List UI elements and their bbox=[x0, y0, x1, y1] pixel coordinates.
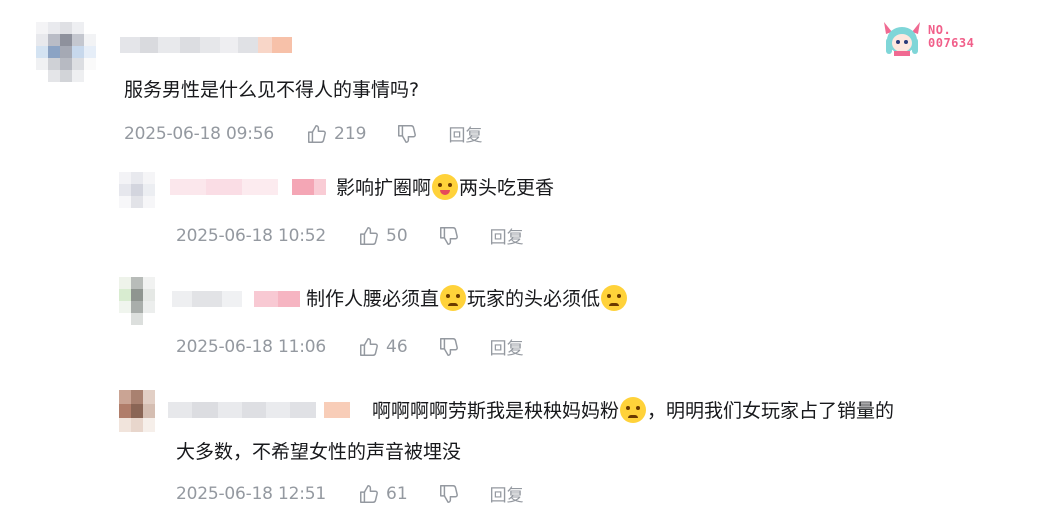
reply-meta: 2025-06-18 12:51 61 回复 bbox=[176, 481, 524, 507]
username[interactable] bbox=[172, 291, 300, 307]
comment-meta: 2025-06-18 09:56 219 回复 bbox=[124, 121, 482, 147]
username[interactable] bbox=[168, 402, 350, 418]
username[interactable] bbox=[120, 37, 292, 53]
emoji-icon bbox=[601, 285, 628, 311]
reply-text: 啊啊啊啊劳斯我是秧秧妈妈粉 ，明明我们女玩家占了销量的 bbox=[372, 396, 894, 426]
like-count: 61 bbox=[386, 483, 408, 504]
thumbs-up-icon bbox=[360, 226, 378, 245]
reply-meta: 2025-06-18 10:52 50 回复 bbox=[176, 223, 524, 249]
avatar[interactable] bbox=[36, 22, 96, 82]
reply-meta: 2025-06-18 11:06 46 回复 bbox=[176, 334, 524, 360]
avatar[interactable] bbox=[119, 172, 155, 208]
comment-time: 2025-06-18 10:52 bbox=[176, 225, 326, 246]
reply-button[interactable]: 回复 bbox=[490, 481, 524, 506]
reply-text-part: 啊啊啊啊劳斯我是秧秧妈妈粉 bbox=[372, 400, 620, 422]
dislike-button[interactable] bbox=[438, 225, 460, 247]
reply-button[interactable]: 回复 bbox=[448, 121, 482, 146]
reply-text: 影响扩圈啊 两头吃更香 bbox=[336, 173, 554, 203]
user-number-badge: NO. 007634 bbox=[880, 18, 974, 56]
like-button[interactable]: 61 bbox=[358, 483, 408, 505]
like-button[interactable]: 46 bbox=[358, 336, 408, 358]
thumbs-up-icon bbox=[360, 484, 378, 503]
like-button[interactable]: 219 bbox=[306, 123, 366, 145]
reply-text-part: ，明明我们女玩家占了销量的 bbox=[647, 400, 895, 422]
avatar[interactable] bbox=[119, 277, 155, 325]
reply-text-part: 影响扩圈啊 bbox=[336, 177, 432, 199]
thumbs-down-icon bbox=[398, 124, 417, 143]
emoji-icon bbox=[432, 174, 459, 200]
comment-time: 2025-06-18 12:51 bbox=[176, 483, 326, 504]
thumbs-down-icon bbox=[439, 337, 458, 356]
reply-button[interactable]: 回复 bbox=[490, 334, 524, 359]
reply-button[interactable]: 回复 bbox=[490, 223, 524, 248]
reply-text-part: 制作人腰必须直 bbox=[306, 288, 440, 310]
dislike-button[interactable] bbox=[438, 336, 460, 358]
avatar[interactable] bbox=[119, 390, 155, 432]
dislike-button[interactable] bbox=[438, 483, 460, 505]
reply-text-part: 玩家的头必须低 bbox=[467, 288, 601, 310]
thumbs-down-icon bbox=[439, 226, 458, 245]
like-count: 46 bbox=[386, 336, 408, 357]
username[interactable] bbox=[170, 179, 326, 195]
thumbs-down-icon bbox=[439, 484, 458, 503]
thumbs-up-icon bbox=[360, 337, 378, 356]
like-button[interactable]: 50 bbox=[358, 225, 408, 247]
badge-number: 007634 bbox=[928, 36, 975, 50]
emoji-icon bbox=[440, 285, 467, 311]
comment-time: 2025-06-18 09:56 bbox=[124, 123, 274, 144]
dislike-button[interactable] bbox=[396, 123, 418, 145]
reply-text: 制作人腰必须直 玩家的头必须低 bbox=[306, 284, 628, 314]
comment-text: 服务男性是什么见不得人的事情吗? bbox=[124, 79, 420, 101]
comment-time: 2025-06-18 11:06 bbox=[176, 336, 326, 357]
reply-text-line2: 大多数，不希望女性的声音被埋没 bbox=[176, 441, 462, 463]
emoji-icon bbox=[620, 397, 647, 423]
thumbs-up-icon bbox=[308, 124, 326, 143]
like-count: 219 bbox=[334, 123, 367, 144]
reply-text-part: 两头吃更香 bbox=[459, 177, 555, 199]
like-count: 50 bbox=[386, 225, 408, 246]
mascot-icon bbox=[880, 18, 924, 56]
